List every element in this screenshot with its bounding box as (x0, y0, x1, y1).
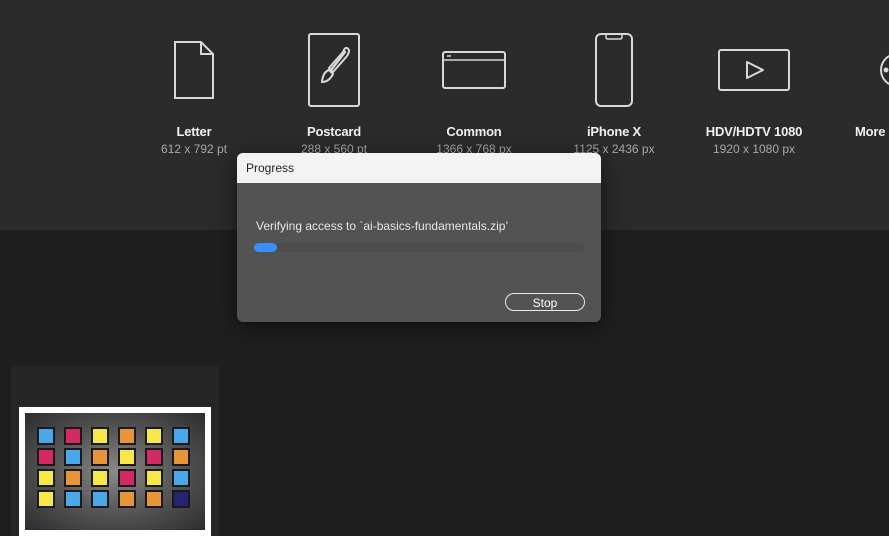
color-swatch (118, 490, 136, 508)
color-swatch (145, 448, 163, 466)
preset-name: HDV/HDTV 1080 (705, 124, 803, 139)
color-swatch (37, 427, 55, 445)
preset-more[interactable]: More (819, 30, 889, 139)
color-swatch (64, 469, 82, 487)
color-swatch (37, 490, 55, 508)
progress-bar-fill (254, 243, 278, 252)
preset-name: Letter (176, 124, 212, 139)
color-swatch (37, 448, 55, 466)
color-swatch (91, 448, 109, 466)
more-icon (819, 30, 889, 110)
color-swatch (118, 469, 136, 487)
brush-icon (259, 30, 409, 110)
color-swatch (118, 427, 136, 445)
color-swatch (91, 427, 109, 445)
color-swatch (145, 490, 163, 508)
color-swatch (145, 427, 163, 445)
preset-name: More (855, 124, 886, 139)
preset-iphone-x[interactable]: iPhone X 1125 x 2436 px (539, 30, 689, 156)
preset-dimensions: 1920 x 1080 px (712, 142, 796, 156)
dialog-title: Progress (237, 153, 601, 183)
color-swatch (172, 469, 190, 487)
preset-name: iPhone X (586, 124, 642, 139)
color-swatch (172, 490, 190, 508)
color-swatch (37, 469, 55, 487)
progress-message: Verifying access to `ai-basics-fundament… (256, 219, 509, 233)
document-icon (119, 30, 269, 110)
preset-letter[interactable]: Letter 612 x 792 pt (119, 30, 269, 156)
progress-bar (254, 243, 584, 252)
preset-postcard[interactable]: Postcard 288 x 560 pt (259, 30, 409, 156)
stop-button[interactable]: Stop (505, 293, 585, 311)
color-swatch (64, 427, 82, 445)
recent-file-thumbnail[interactable] (19, 407, 211, 536)
phone-icon (539, 30, 689, 110)
preset-name: Common (446, 124, 502, 139)
preset-common[interactable]: Common 1366 x 768 px (399, 30, 549, 156)
preset-hdv-hdtv-1080[interactable]: HDV/HDTV 1080 1920 x 1080 px (679, 30, 829, 156)
video-play-icon (679, 30, 829, 110)
preset-name: Postcard (306, 124, 362, 139)
color-swatch-grid (37, 427, 190, 508)
color-swatch (64, 448, 82, 466)
color-swatch (172, 448, 190, 466)
color-swatch (64, 490, 82, 508)
browser-window-icon (399, 30, 549, 110)
progress-dialog: Progress Verifying access to `ai-basics-… (237, 153, 601, 322)
color-swatch (118, 448, 136, 466)
thumbnail-artwork (25, 413, 205, 530)
color-swatch (91, 490, 109, 508)
color-swatch (91, 469, 109, 487)
color-swatch (145, 469, 163, 487)
color-swatch (172, 427, 190, 445)
